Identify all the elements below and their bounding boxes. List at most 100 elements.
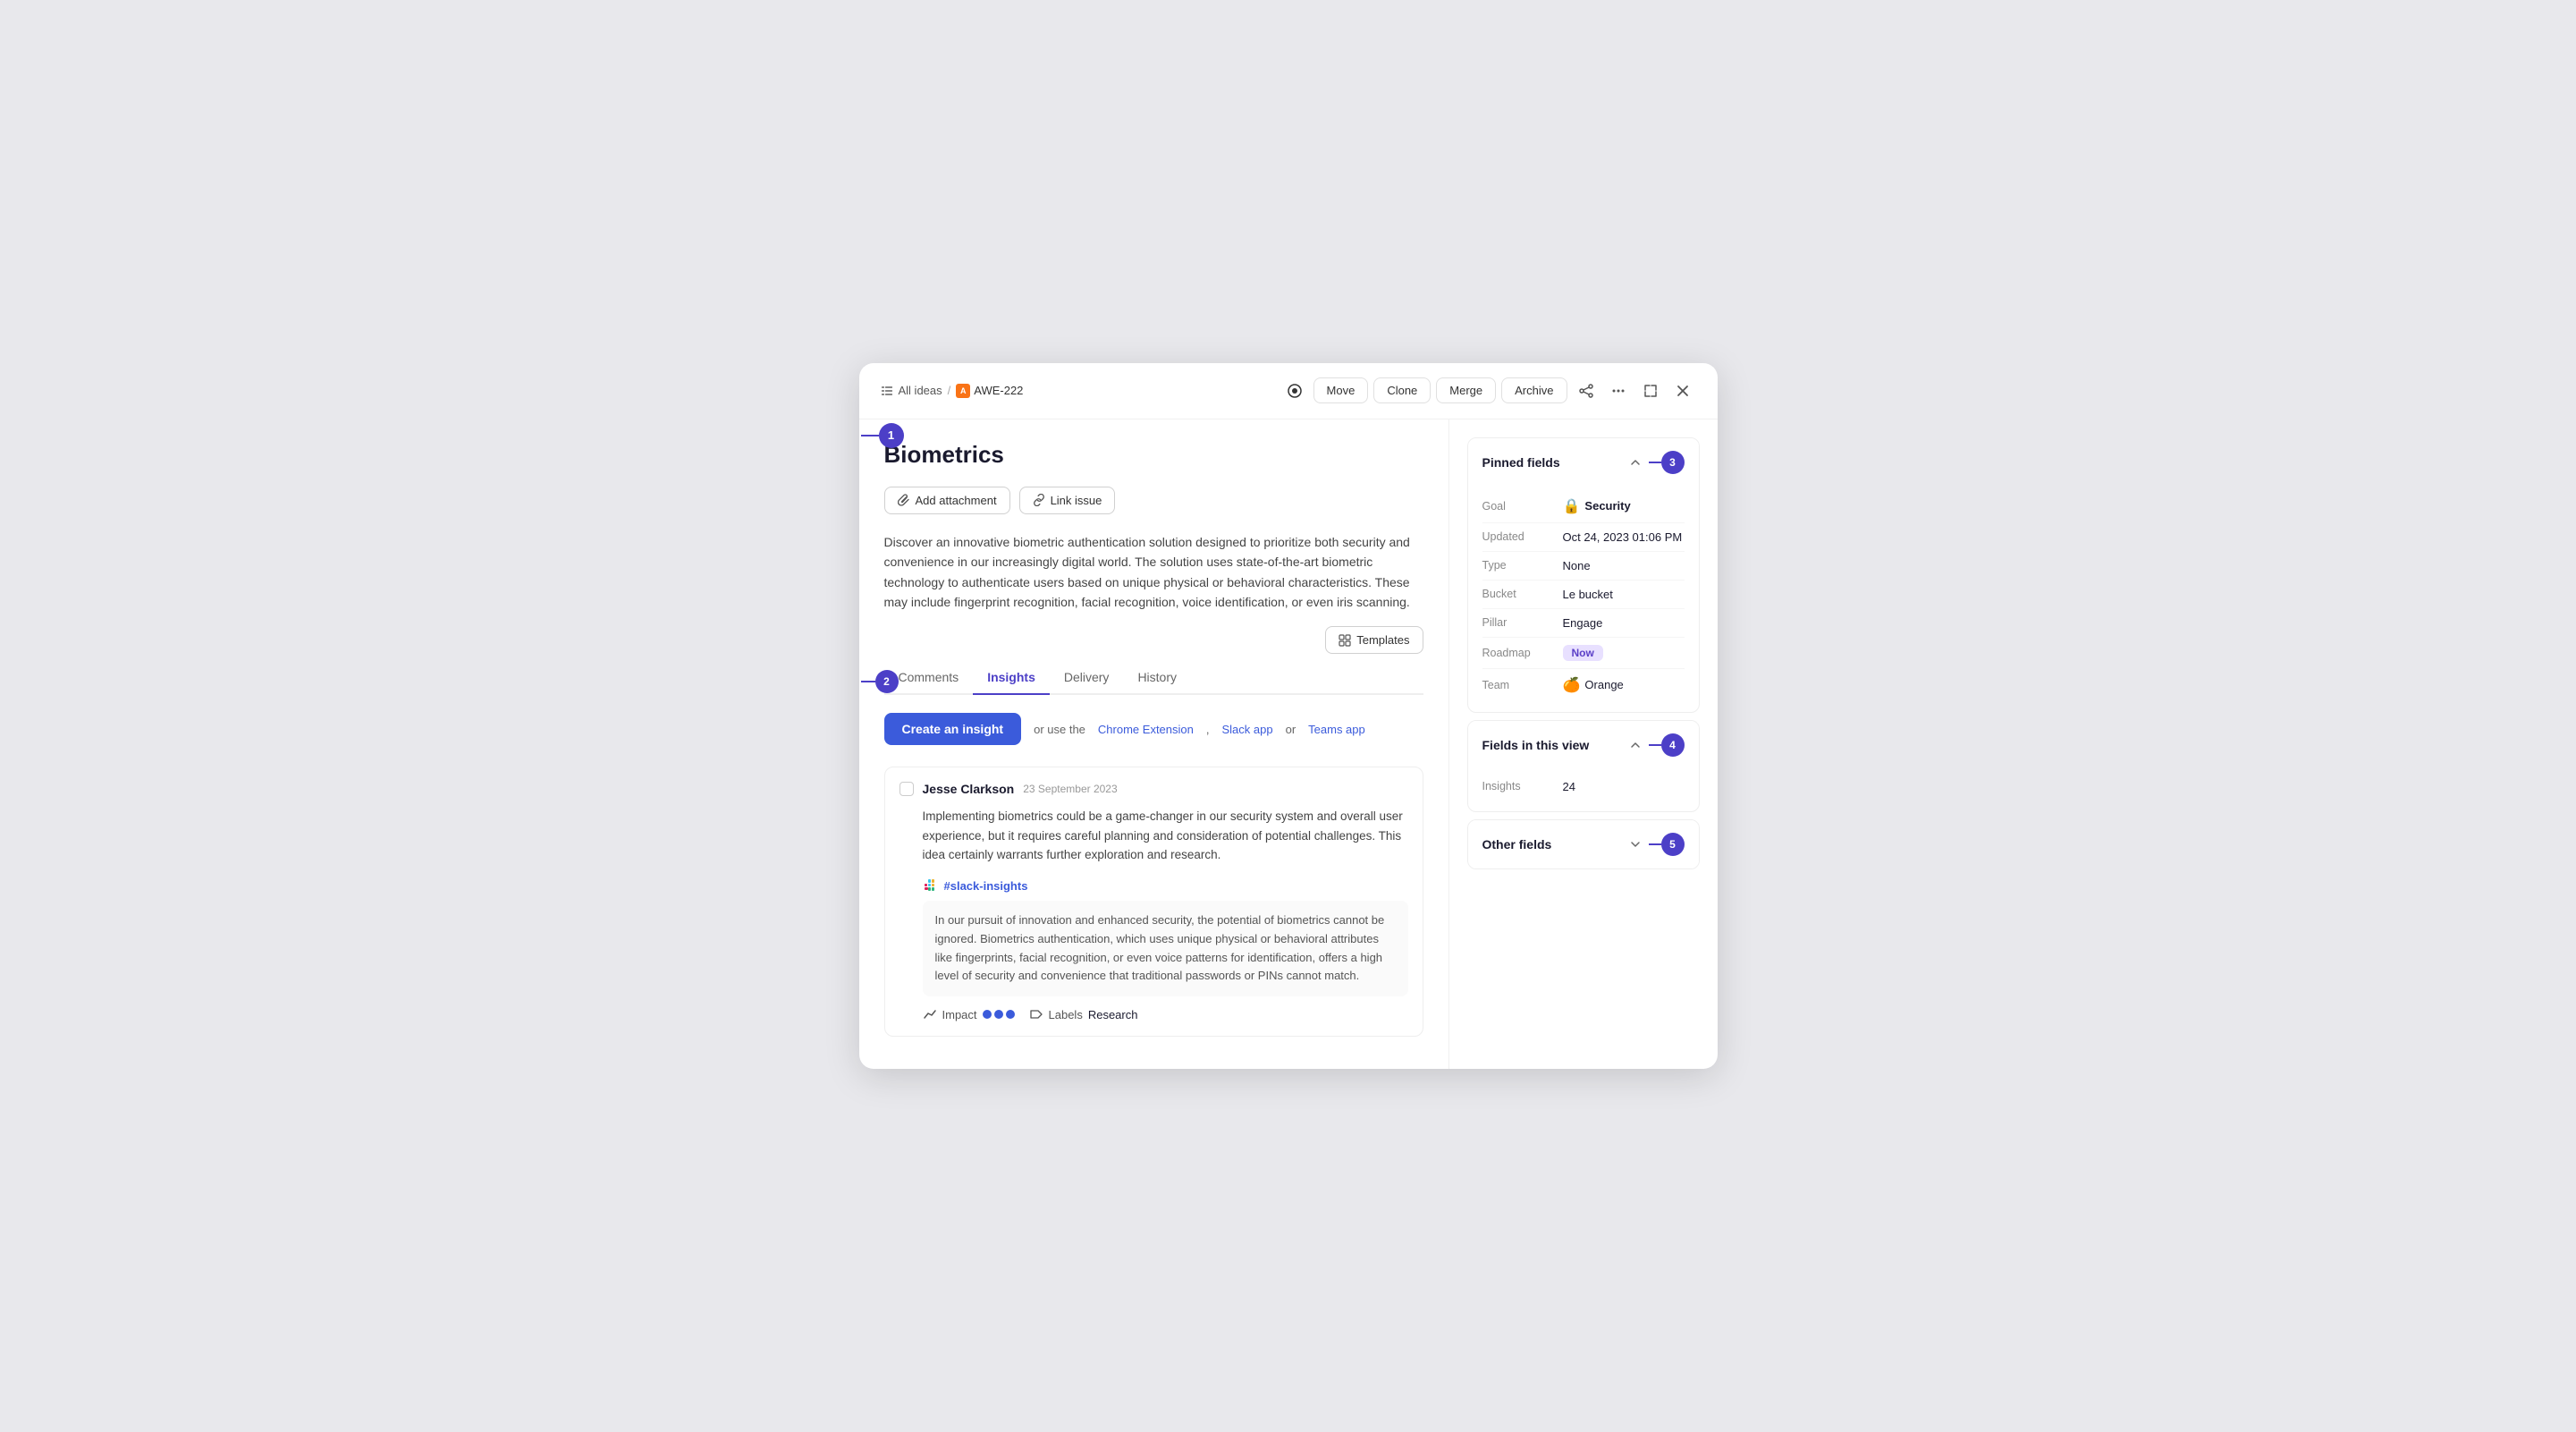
bucket-value: Le bucket — [1563, 588, 1613, 601]
insights-label: Insights — [1482, 780, 1563, 792]
field-pillar: Pillar Engage — [1482, 609, 1685, 638]
pinned-fields-collapse[interactable] — [1629, 456, 1642, 469]
quoted-text: In our pursuit of innovation and enhance… — [923, 901, 1408, 996]
bucket-label: Bucket — [1482, 588, 1563, 600]
create-insight-area: Create an insight or use the Chrome Exte… — [884, 713, 1423, 745]
author-date: 23 September 2023 — [1023, 783, 1117, 795]
breadcrumb: All ideas / A AWE-222 — [881, 384, 1024, 398]
impact-tag: Impact — [923, 1007, 1015, 1021]
templates-button[interactable]: Templates — [1325, 626, 1423, 654]
pinned-fields-title: Pinned fields — [1482, 455, 1560, 470]
slack-ref-text: #slack-insights — [944, 879, 1028, 893]
more-button[interactable] — [1605, 377, 1632, 404]
insight-checkbox[interactable] — [899, 782, 914, 796]
tabs-section: 2 Comments Insights Delivery History — [884, 661, 1423, 695]
dot-3 — [1006, 1010, 1015, 1019]
step-5-line — [1649, 843, 1661, 845]
step-4-line — [1649, 744, 1661, 746]
slack-ref[interactable]: #slack-insights — [899, 877, 1408, 894]
updated-label: Updated — [1482, 530, 1563, 543]
type-value: None — [1563, 559, 1591, 572]
close-button[interactable] — [1669, 377, 1696, 404]
modal-header: All ideas / A AWE-222 Move Clone Merge A… — [859, 363, 1718, 419]
other-fields-expand[interactable] — [1629, 838, 1642, 851]
breadcrumb-all-ideas[interactable]: All ideas — [899, 384, 942, 397]
field-type: Type None — [1482, 552, 1685, 580]
slack-app-link[interactable]: Slack app — [1222, 723, 1273, 736]
tab-delivery[interactable]: Delivery — [1050, 661, 1124, 695]
clone-button[interactable]: Clone — [1373, 377, 1431, 403]
pillar-label: Pillar — [1482, 616, 1563, 629]
goal-value: 🔒 Security — [1563, 497, 1631, 515]
create-insight-button[interactable]: Create an insight — [884, 713, 1022, 745]
step-5-badge: 5 — [1661, 833, 1685, 856]
pinned-fields-section: Pinned fields 3 Goal — [1467, 437, 1700, 713]
page-title: Biometrics — [884, 441, 1423, 469]
expand-button[interactable] — [1637, 377, 1664, 404]
dot-2 — [994, 1010, 1003, 1019]
pinned-fields-header[interactable]: Pinned fields 3 — [1468, 438, 1699, 487]
fields-in-view-section: Fields in this view 4 Insights — [1467, 720, 1700, 812]
dot-1 — [983, 1010, 992, 1019]
insight-body: Implementing biometrics could be a game-… — [899, 807, 1408, 865]
header-actions: Move Clone Merge Archive — [1281, 377, 1696, 404]
or-text: or use the — [1034, 723, 1085, 736]
tab-insights[interactable]: Insights — [973, 661, 1050, 695]
field-updated: Updated Oct 24, 2023 01:06 PM — [1482, 523, 1685, 552]
team-value: 🍊 Orange — [1563, 676, 1624, 694]
labels-tag: Labels Research — [1029, 1007, 1138, 1021]
watch-button[interactable] — [1281, 377, 1308, 404]
label-icon — [1029, 1007, 1043, 1021]
field-goal: Goal 🔒 Security — [1482, 490, 1685, 523]
field-bucket: Bucket Le bucket — [1482, 580, 1685, 609]
right-panel: Pinned fields 3 Goal — [1449, 419, 1718, 1070]
fields-in-view-header[interactable]: Fields in this view 4 — [1468, 721, 1699, 769]
roadmap-label: Roadmap — [1482, 647, 1563, 659]
author-name: Jesse Clarkson — [923, 782, 1015, 796]
goal-label: Goal — [1482, 500, 1563, 513]
tab-comments[interactable]: Comments — [884, 661, 974, 695]
main-content: 1 Biometrics Add attachment Link issue D… — [859, 419, 1449, 1070]
archive-button[interactable]: Archive — [1501, 377, 1567, 403]
modal-body: 1 Biometrics Add attachment Link issue D… — [859, 419, 1718, 1070]
breadcrumb-id: A AWE-222 — [956, 384, 1023, 398]
step-3-badge: 3 — [1661, 451, 1685, 474]
step-3-line — [1649, 462, 1661, 463]
action-buttons: Add attachment Link issue — [884, 487, 1423, 514]
field-roadmap: Roadmap Now — [1482, 638, 1685, 669]
tabs-row: Comments Insights Delivery History — [884, 661, 1423, 695]
fields-in-view-content: Insights 24 — [1468, 769, 1699, 811]
insight-card: Jesse Clarkson 23 September 2023 Impleme… — [884, 767, 1423, 1037]
impact-icon — [923, 1007, 937, 1021]
breadcrumb-id-icon: A — [956, 384, 970, 398]
modal-container: All ideas / A AWE-222 Move Clone Merge A… — [859, 363, 1718, 1070]
teams-app-link[interactable]: Teams app — [1308, 723, 1365, 736]
description-text: Discover an innovative biometric authent… — [884, 532, 1423, 613]
description-section: Discover an innovative biometric authent… — [884, 532, 1423, 662]
impact-dots — [983, 1010, 1015, 1019]
add-attachment-button[interactable]: Add attachment — [884, 487, 1010, 514]
chrome-extension-link[interactable]: Chrome Extension — [1098, 723, 1194, 736]
updated-value: Oct 24, 2023 01:06 PM — [1563, 530, 1683, 544]
link-issue-button[interactable]: Link issue — [1019, 487, 1116, 514]
field-team: Team 🍊 Orange — [1482, 669, 1685, 701]
merge-button[interactable]: Merge — [1436, 377, 1496, 403]
other-fields-header[interactable]: Other fields 5 — [1468, 820, 1699, 869]
fields-in-view-title: Fields in this view — [1482, 738, 1590, 752]
step-1-line — [861, 435, 879, 436]
tab-history[interactable]: History — [1123, 661, 1191, 695]
insights-count: 24 — [1563, 780, 1575, 793]
move-button[interactable]: Move — [1313, 377, 1369, 403]
pillar-value: Engage — [1563, 616, 1603, 630]
other-fields-section: Other fields 5 — [1467, 819, 1700, 869]
type-label: Type — [1482, 559, 1563, 572]
fields-in-view-collapse[interactable] — [1629, 739, 1642, 751]
step-4-badge: 4 — [1661, 733, 1685, 757]
team-label: Team — [1482, 679, 1563, 691]
roadmap-value: Now — [1563, 645, 1603, 661]
share-button[interactable] — [1573, 377, 1600, 404]
breadcrumb-separator: / — [948, 384, 951, 397]
step-2-line — [861, 681, 875, 682]
slack-icon — [923, 877, 939, 894]
insight-author-row: Jesse Clarkson 23 September 2023 — [899, 782, 1408, 796]
